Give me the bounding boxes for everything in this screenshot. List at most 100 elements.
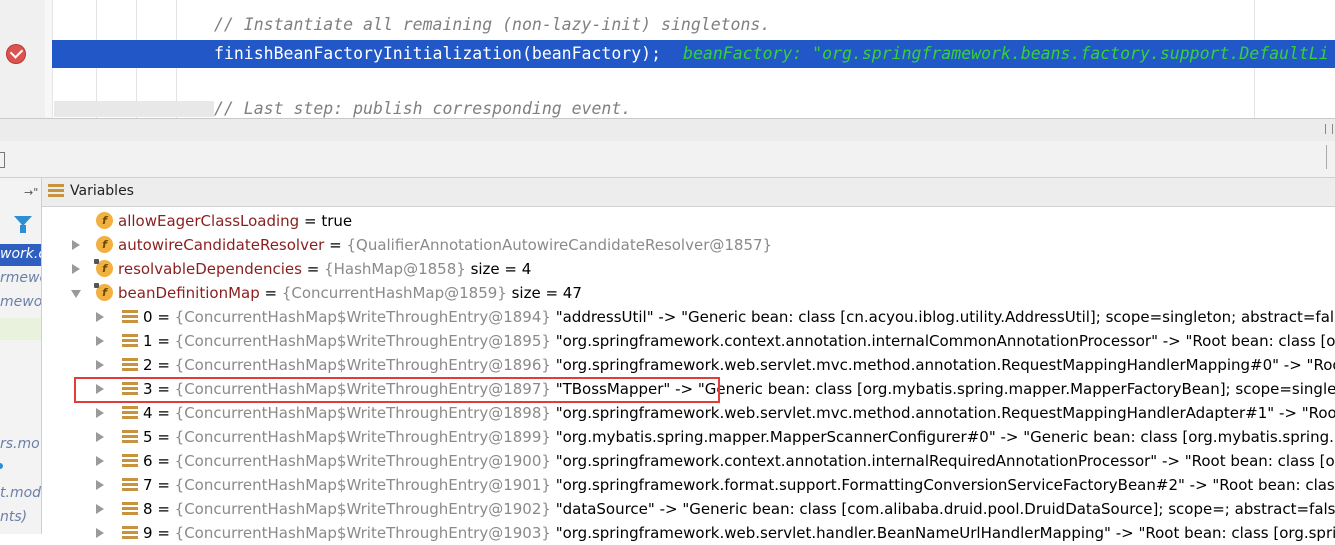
entry-value: "org.springframework.web.servlet.handler…: [555, 524, 1335, 542]
map-entry-row[interactable]: 6 = {ConcurrentHashMap$WriteThroughEntry…: [42, 449, 1335, 473]
entry-ref: {ConcurrentHashMap$WriteThroughEntry@189…: [174, 356, 551, 374]
variable-row[interactable]: f beanDefinitionMap = {ConcurrentHashMap…: [42, 281, 1335, 305]
expand-arrow-icon[interactable]: [96, 432, 104, 442]
map-entry-icon: [122, 454, 138, 468]
entry-value: "org.springframework.context.annotation.…: [555, 452, 1335, 470]
current-execution-line[interactable]: finishBeanFactoryInitialization(beanFact…: [52, 40, 1335, 68]
entry-operator: =: [152, 332, 175, 350]
code-line-comment[interactable]: // Last step: publish corresponding even…: [52, 96, 1335, 118]
collapse-arrow-icon[interactable]: [71, 290, 81, 298]
entry-index: 9: [143, 524, 153, 542]
entry-value: "org.springframework.format.support.Form…: [555, 476, 1335, 494]
map-entry-row[interactable]: 5 = {ConcurrentHashMap$WriteThroughEntry…: [42, 425, 1335, 449]
expand-arrow-icon[interactable]: [96, 456, 104, 466]
pin-icon[interactable]: →": [24, 186, 38, 199]
map-entry-row[interactable]: 8 = {ConcurrentHashMap$WriteThroughEntry…: [42, 497, 1335, 521]
entry-ref: {ConcurrentHashMap$WriteThroughEntry@190…: [174, 500, 551, 518]
code-editor[interactable]: // Instantiate all remaining (non-lazy-i…: [0, 0, 1335, 118]
entry-operator: =: [152, 524, 175, 542]
variable-operator: =: [299, 212, 322, 230]
code-line-comment[interactable]: // Instantiate all remaining (non-lazy-i…: [52, 12, 1335, 38]
variable-size: size = 4: [465, 260, 532, 278]
map-entry-icon: [122, 358, 138, 372]
variable-row[interactable]: f resolvableDependencies = {HashMap@1858…: [42, 257, 1335, 281]
entry-ref: {ConcurrentHashMap$WriteThroughEntry@189…: [174, 428, 551, 446]
field-icon: f: [96, 212, 113, 229]
map-entry-row[interactable]: 2 = {ConcurrentHashMap$WriteThroughEntry…: [42, 353, 1335, 377]
variable-ref: {QualifierAnnotationAutowireCandidateRes…: [346, 236, 773, 254]
resize-handle-icon[interactable]: [1325, 124, 1333, 134]
entry-operator: =: [152, 476, 175, 494]
map-entry-icon: [122, 526, 138, 540]
entry-operator: =: [152, 404, 175, 422]
map-entry-icon: [122, 406, 138, 420]
expand-arrow-icon[interactable]: [72, 264, 80, 274]
entry-value: "org.springframework.web.servlet.mvc.met…: [555, 404, 1335, 422]
entry-value: "org.springframework.web.servlet.mvc.met…: [555, 356, 1335, 374]
variable-ref: {HashMap@1858}: [324, 260, 466, 278]
map-entry-icon: [122, 334, 138, 348]
map-entry-icon: [122, 430, 138, 444]
field-icon: f: [96, 236, 113, 253]
frames-panel[interactable]: →" work.c rmewo mewor rs.mo t.mod nts): [0, 178, 42, 534]
frame-item-label: work.c: [0, 246, 42, 262]
variable-row[interactable]: f autowireCandidateResolver = {Qualifier…: [42, 233, 1335, 257]
map-entry-row[interactable]: 7 = {ConcurrentHashMap$WriteThroughEntry…: [42, 473, 1335, 497]
final-marker-icon: [94, 283, 99, 288]
entry-operator: =: [152, 308, 175, 326]
frame-item-label[interactable]: nts): [0, 509, 41, 525]
code-statement: finishBeanFactoryInitialization(beanFact…: [214, 44, 662, 63]
variables-icon: [48, 184, 64, 198]
expand-arrow-icon[interactable]: [96, 312, 104, 322]
variable-size: size = 47: [506, 284, 582, 302]
variable-name: beanDefinitionMap: [118, 284, 260, 302]
expand-arrow-icon[interactable]: [96, 360, 104, 370]
entry-value: "org.springframework.context.annotation.…: [555, 332, 1335, 350]
inline-debug-value: beanFactory: "org.springframework.beans.…: [683, 44, 1329, 63]
thread-dot-icon: [0, 463, 3, 469]
expand-arrow-icon[interactable]: [72, 240, 80, 250]
entry-operator: =: [152, 428, 175, 446]
map-entry-row[interactable]: 1 = {ConcurrentHashMap$WriteThroughEntry…: [42, 329, 1335, 353]
entry-index: 0: [143, 308, 153, 326]
entry-operator: =: [152, 500, 175, 518]
map-entry-icon: [122, 310, 138, 324]
expand-arrow-icon[interactable]: [96, 336, 104, 346]
variable-ref: {ConcurrentHashMap@1859}: [281, 284, 507, 302]
entry-ref: {ConcurrentHashMap$WriteThroughEntry@190…: [174, 452, 551, 470]
map-entry-row[interactable]: 9 = {ConcurrentHashMap$WriteThroughEntry…: [42, 521, 1335, 545]
variable-operator: =: [324, 236, 347, 254]
code-comment: // Last step: publish corresponding even…: [214, 99, 632, 118]
entry-index: 5: [143, 428, 153, 446]
variable-row[interactable]: f allowEagerClassLoading = true: [42, 209, 1335, 233]
entry-index: 7: [143, 476, 153, 494]
variables-title: Variables: [70, 183, 134, 199]
frame-item-label[interactable]: rmewo: [0, 270, 41, 286]
entry-ref: {ConcurrentHashMap$WriteThroughEntry@190…: [174, 524, 551, 542]
frame-item-label[interactable]: mewor: [0, 294, 41, 310]
entry-value: "dataSource" -> "Generic bean: class [co…: [555, 500, 1335, 518]
expand-arrow-icon[interactable]: [96, 504, 104, 514]
frame-item-label[interactable]: rs.mo: [0, 436, 41, 452]
expand-arrow-icon[interactable]: [96, 528, 104, 538]
expand-arrow-icon[interactable]: [96, 408, 104, 418]
entry-index: 4: [143, 404, 153, 422]
entry-index: 8: [143, 500, 153, 518]
variable-operator: =: [259, 284, 282, 302]
toolbar-separator: [1326, 145, 1333, 169]
map-entry-row[interactable]: 0 = {ConcurrentHashMap$WriteThroughEntry…: [42, 305, 1335, 329]
selected-frame[interactable]: work.c: [0, 244, 41, 266]
entry-operator: =: [152, 452, 175, 470]
expand-arrow-icon[interactable]: [96, 480, 104, 490]
variable-operator: =: [301, 260, 325, 278]
frame-icon[interactable]: [0, 152, 5, 168]
entry-operator: =: [152, 356, 175, 374]
panel-splitter[interactable]: [0, 118, 1335, 142]
frame-item-label[interactable]: t.mod: [0, 485, 41, 501]
variable-value: true: [321, 212, 353, 230]
entry-index: 1: [143, 332, 153, 350]
entry-index: 2: [143, 356, 153, 374]
variables-header: Variables: [42, 178, 1335, 207]
map-entry-icon: [122, 478, 138, 492]
map-entry-row[interactable]: 4 = {ConcurrentHashMap$WriteThroughEntry…: [42, 401, 1335, 425]
